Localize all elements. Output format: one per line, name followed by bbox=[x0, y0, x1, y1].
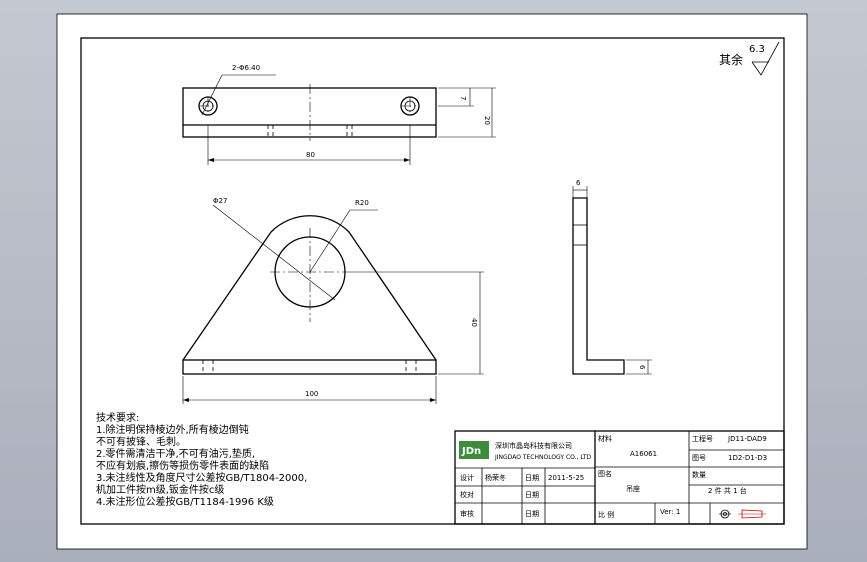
radius-label: R20 bbox=[355, 199, 369, 207]
note-line: 2.零件需清洁干净,不可有油污,垫质, bbox=[96, 447, 255, 460]
dim-height-label: 20 bbox=[483, 116, 491, 125]
check-label: 校对 bbox=[460, 490, 474, 499]
scale-label: 比 例 bbox=[598, 510, 614, 519]
quantity-value: 2 件 共 1 台 bbox=[708, 486, 747, 495]
date-label: 日期 bbox=[525, 510, 539, 518]
hole-callout: 2-Φ6.40 bbox=[232, 64, 260, 72]
note-line: 3.未注线性及角度尺寸公差按GB/T1804-2000, bbox=[96, 471, 307, 484]
material-value: A16061 bbox=[630, 450, 657, 458]
front-width-label: 100 bbox=[305, 390, 318, 398]
designer-value: 杨荣冬 bbox=[485, 473, 506, 482]
notes-title: 技术要求: bbox=[96, 411, 139, 424]
project-no-label: 工程号 bbox=[692, 434, 713, 443]
note-line: 4.未注形位公差按GB/T1184-1996 K级 bbox=[96, 495, 274, 508]
side-foot-label: 6 bbox=[638, 365, 646, 370]
note-line: 机加工件按m级,钣金件按c级 bbox=[96, 483, 224, 496]
quantity-label: 数量 bbox=[692, 470, 706, 479]
drawing-canvas: 其余 6.3 2-Φ6.40 80 20 7 Φ27 R20 40 100 6 … bbox=[56, 13, 808, 550]
drawing-no-value: 1D2-D1-D3 bbox=[728, 454, 767, 462]
approve-label: 审核 bbox=[460, 509, 474, 518]
bore-diameter-label: Φ27 bbox=[213, 197, 227, 205]
dim-offset-label: 7 bbox=[459, 96, 467, 100]
material-label: 材料 bbox=[598, 434, 612, 443]
side-thickness-label: 6 bbox=[576, 179, 581, 187]
roughness-prefix: 其余 bbox=[719, 52, 743, 67]
note-line: 不可有披锋、毛刺。 bbox=[96, 435, 186, 448]
dim-length-label: 80 bbox=[306, 151, 315, 159]
drawing-name-value: 吊座 bbox=[626, 484, 640, 493]
company-name-cn: 深圳市晶岛科技有限公司 bbox=[495, 441, 572, 450]
roughness-value: 6.3 bbox=[749, 44, 765, 55]
front-height-label: 40 bbox=[470, 318, 478, 327]
note-line: 1.除注明保持棱边外,所有棱边倒钝 bbox=[96, 423, 249, 436]
company-name-en: JINGDAO TECHNOLOGY CO., LTD bbox=[494, 454, 592, 461]
logo-text: JDn bbox=[461, 446, 481, 457]
version-label: Ver: 1 bbox=[660, 508, 680, 516]
note-line: 不应有划痕,擦伤等损伤零件表面的缺陷 bbox=[96, 459, 269, 472]
date-label: 日期 bbox=[525, 491, 539, 499]
drawing-name-label: 图名 bbox=[598, 469, 612, 478]
drawing-no-label: 图号 bbox=[692, 454, 706, 462]
project-no-value: JD11-DAD9 bbox=[727, 435, 767, 443]
date-value: 2011-5-25 bbox=[548, 474, 584, 482]
date-label: 日期 bbox=[525, 474, 539, 482]
design-label: 设计 bbox=[460, 473, 474, 482]
